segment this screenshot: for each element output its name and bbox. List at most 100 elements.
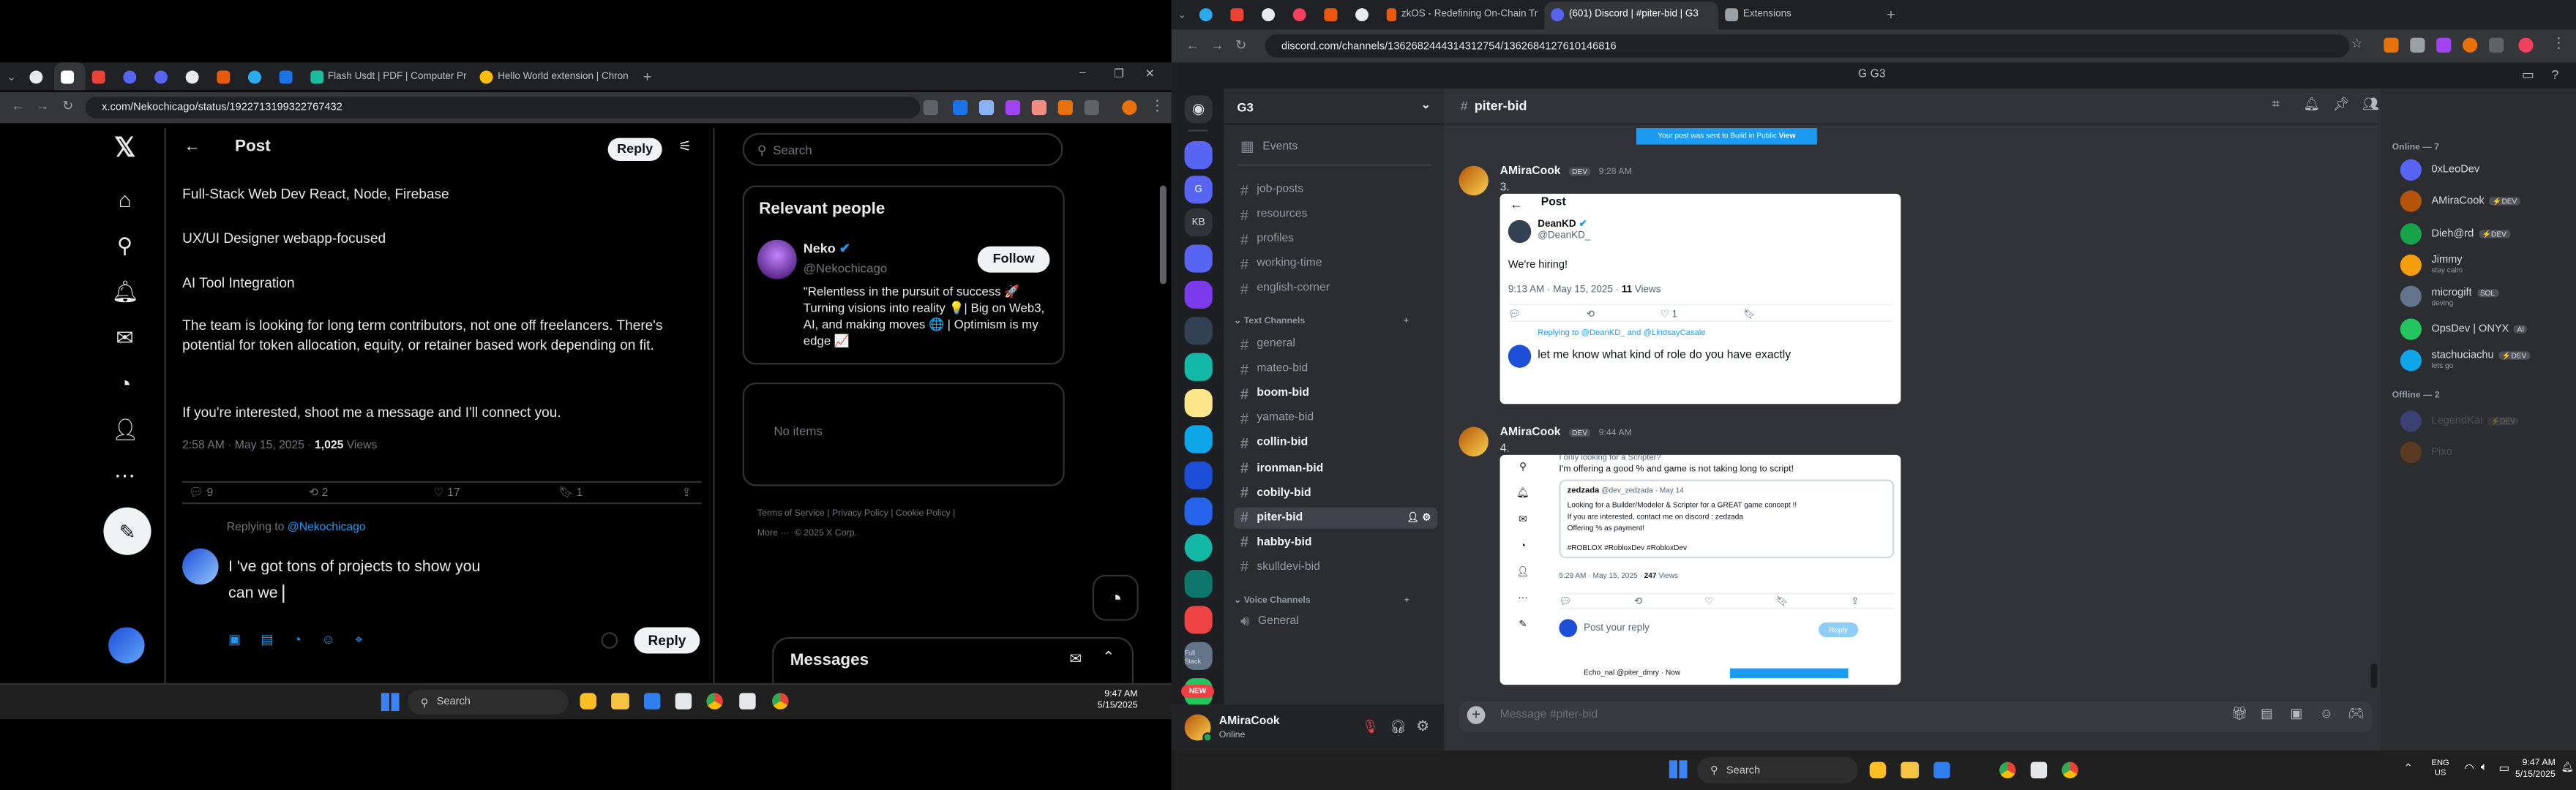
file-explorer-icon[interactable]: [1901, 761, 1920, 779]
tab-ext[interactable]: [1317, 1, 1349, 29]
voice-channel-general[interactable]: 🔊︎ General: [1234, 611, 1437, 632]
tab-hello-world[interactable]: Hello World extension | Chron: [473, 62, 637, 90]
tray-chevron-icon[interactable]: ⌃: [2403, 762, 2413, 775]
reply-textarea[interactable]: I 've got tons of projects to show you c…: [228, 555, 689, 608]
tab-github[interactable]: [1349, 1, 1380, 29]
x-post-screenshot[interactable]: ⚲ 🔔︎ ✉ ◔ 👤︎ ⋯ ✎ I only looking for a Scripter?…: [1499, 454, 1901, 685]
channel-skulldevi-bid[interactable]: # skulldevi-bid: [1234, 557, 1437, 578]
tab-x[interactable]: [54, 62, 86, 91]
url-input[interactable]: discord.com/channels/1362682444314312754…: [1265, 34, 2350, 58]
banner-view-link[interactable]: View: [1779, 132, 1796, 140]
replying-handle[interactable]: @Nekochicago: [288, 522, 366, 534]
privacy-link[interactable]: Privacy Policy: [832, 509, 888, 519]
extension-icon[interactable]: [2410, 37, 2425, 53]
clock[interactable]: 9:47 AM 5/15/2025: [2515, 759, 2556, 781]
clock[interactable]: 9:47 AM 5/15/2025: [1098, 690, 1138, 712]
extension-icon[interactable]: [978, 99, 995, 116]
expand-icon[interactable]: ⌃: [1102, 649, 1115, 667]
channel-profiles[interactable]: # profiles: [1234, 228, 1437, 249]
chrome-icon[interactable]: [1999, 761, 2016, 779]
forward-icon[interactable]: →: [36, 99, 49, 113]
add-attachment-icon[interactable]: +: [1467, 706, 1486, 725]
more-icon[interactable]: ⋯: [112, 463, 138, 489]
text-channels-category[interactable]: ⌄ Text Channels +: [1234, 317, 1409, 326]
windows-start-icon[interactable]: [381, 693, 400, 712]
compose-post-button[interactable]: ✎: [103, 507, 151, 555]
server-icon[interactable]: [1184, 606, 1213, 634]
messages-icon[interactable]: ✉: [112, 325, 138, 351]
apps-icon[interactable]: 🎮︎: [2348, 706, 2365, 721]
reload-icon[interactable]: ↻: [1235, 38, 1246, 53]
location-icon[interactable]: ⌖: [355, 632, 362, 647]
header-reply-button[interactable]: Reply: [607, 138, 662, 162]
reload-icon[interactable]: ↻: [62, 99, 73, 113]
person-name[interactable]: Neko ✔: [804, 241, 850, 256]
member-item[interactable]: LegendKai ⚡DEV: [2400, 410, 2519, 432]
server-icon[interactable]: [1184, 244, 1213, 273]
chat-scrollbar[interactable]: [2370, 663, 2378, 688]
extension-icon[interactable]: [953, 99, 968, 116]
bookmark-action[interactable]: 🔖︎ 1: [558, 486, 583, 500]
extension-icon[interactable]: [2384, 37, 2399, 53]
back-arrow-icon[interactable]: ←: [184, 138, 200, 157]
author-avatar[interactable]: [1459, 426, 1489, 457]
settings-gear-icon[interactable]: ⚙: [1416, 718, 1429, 736]
server-kb[interactable]: KB: [1184, 208, 1213, 237]
minimize-icon[interactable]: –: [1079, 67, 1086, 79]
widgets-icon[interactable]: [580, 693, 596, 710]
vscode-icon[interactable]: [1933, 761, 1950, 779]
puzzle-icon[interactable]: [2489, 37, 2504, 53]
extension-icon[interactable]: [2436, 37, 2452, 53]
forward-icon[interactable]: →: [1210, 38, 1224, 53]
channel-ironman-bid[interactable]: # ironman-bid: [1234, 457, 1437, 478]
menu-icon[interactable]: ⋮: [2551, 34, 2566, 53]
tab-ext-3[interactable]: [273, 62, 304, 90]
grok-icon[interactable]: ◔: [293, 632, 302, 647]
channel-general[interactable]: # general: [1234, 334, 1437, 355]
profile-icon[interactable]: 👤︎: [112, 417, 139, 443]
server-icon[interactable]: [1184, 569, 1213, 598]
grok-float-button[interactable]: ◔: [1092, 574, 1139, 621]
tab-flash-usdt[interactable]: Flash Usdt | PDF | Computer Pr: [304, 62, 473, 90]
server-g3[interactable]: G: [1184, 176, 1213, 204]
add-channel-icon[interactable]: +: [1404, 596, 1409, 606]
add-channel-icon[interactable]: +: [1404, 317, 1409, 326]
gif-icon[interactable]: ▤: [2261, 706, 2273, 721]
tab-ext-2[interactable]: [210, 62, 242, 90]
terminal-icon[interactable]: [2030, 761, 2048, 779]
explore-icon[interactable]: ⚲: [112, 233, 138, 260]
terminal-icon[interactable]: [739, 693, 756, 710]
menu-icon[interactable]: ⋮: [1150, 97, 1164, 115]
bookmark-star-icon[interactable]: ☆: [2351, 36, 2362, 50]
inbox-icon[interactable]: ▭: [2522, 67, 2534, 82]
member-item[interactable]: Pixo: [2400, 441, 2452, 464]
battery-icon[interactable]: ▭: [2498, 762, 2509, 775]
author-name[interactable]: AMiraCook: [1500, 166, 1561, 178]
discord-home-icon[interactable]: ◉: [1184, 95, 1213, 124]
x-logo-icon[interactable]: 𝕏: [112, 135, 138, 162]
more-link[interactable]: More ···: [757, 529, 790, 538]
widgets-icon[interactable]: [1869, 761, 1887, 779]
server-icon[interactable]: [1184, 141, 1213, 170]
channel-cobily-bid[interactable]: # cobily-bid: [1234, 482, 1437, 503]
message-composer[interactable]: + Message #piter-bid 🎁︎ ▤ ▣ ☺ 🎮︎: [1459, 701, 2373, 733]
restore-icon[interactable]: ❐: [1114, 67, 1124, 80]
emoji-icon[interactable]: ☺: [2320, 706, 2333, 721]
neko-avatar[interactable]: [757, 239, 797, 279]
server-icon[interactable]: [1184, 461, 1213, 489]
file-explorer-icon[interactable]: [611, 693, 629, 710]
volume-icon[interactable]: 🔈︎: [2481, 762, 2487, 775]
back-icon[interactable]: ←: [1186, 38, 1199, 53]
new-message-icon[interactable]: ✉: [1069, 650, 1082, 669]
emoji-icon[interactable]: ☺: [321, 632, 334, 647]
cookie-link[interactable]: Cookie Policy: [896, 509, 951, 519]
tab-extensions[interactable]: Extensions: [1718, 1, 1879, 29]
extension-icon[interactable]: [1005, 99, 1021, 116]
close-icon[interactable]: ✕: [1145, 67, 1155, 80]
member-item[interactable]: 0xLeoDev: [2400, 159, 2479, 181]
notifications-icon[interactable]: 🔔︎: [112, 279, 139, 306]
channel-job-posts[interactable]: # job-posts: [1234, 179, 1437, 200]
channel-working-time[interactable]: # working-time: [1234, 253, 1437, 274]
server-icon[interactable]: [1184, 280, 1213, 309]
voice-channels-category[interactable]: ⌄ Voice Channels +: [1234, 596, 1409, 606]
